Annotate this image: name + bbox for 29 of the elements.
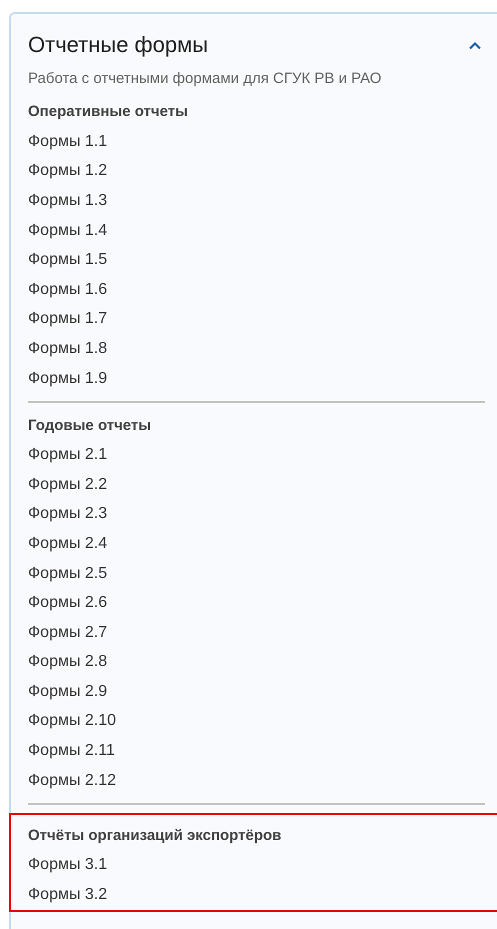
form-link[interactable]: Формы 3.2 — [28, 882, 108, 907]
panel-subtitle: Работа с отчетными формами для СГУК РВ и РАО — [28, 70, 382, 87]
form-link[interactable]: Формы 2.2 — [28, 472, 108, 497]
form-link[interactable]: Формы 2.11 — [28, 739, 115, 764]
form-link[interactable]: Формы 2.1 — [28, 443, 108, 468]
form-link[interactable]: Формы 3.1 — [28, 853, 108, 878]
form-link[interactable]: Формы 2.4 — [28, 532, 108, 556]
form-link[interactable]: Формы 1.4 — [28, 218, 108, 243]
form-link[interactable]: Формы 1.2 — [28, 159, 108, 184]
panel-title: Отчетные формы — [28, 31, 208, 59]
form-link[interactable]: Формы 2.9 — [28, 680, 108, 704]
form-link[interactable]: Формы 1.7 — [28, 307, 108, 332]
form-link[interactable]: Формы 1.3 — [28, 188, 108, 213]
form-link[interactable]: Формы 2.7 — [28, 620, 108, 645]
form-link[interactable]: Формы 1.1 — [28, 130, 108, 154]
form-link[interactable]: Формы 2.8 — [28, 650, 108, 674]
form-link[interactable]: Формы 2.3 — [28, 502, 108, 526]
form-link[interactable]: Формы 2.12 — [28, 768, 116, 793]
form-link[interactable]: Формы 1.8 — [28, 336, 108, 361]
section-heading: Отчёты организаций экспортёров — [28, 826, 282, 846]
form-link[interactable]: Формы 1.9 — [28, 366, 108, 391]
section-heading: Годовые отчеты — [28, 416, 152, 436]
form-link[interactable]: Формы 2.5 — [28, 562, 108, 586]
form-link[interactable]: Формы 1.5 — [28, 248, 108, 272]
section-heading: Оперативные отчеты — [28, 102, 188, 122]
form-link[interactable]: Формы 1.6 — [28, 278, 108, 302]
chevron-icon — [468, 40, 482, 50]
form-link[interactable]: Формы 2.10 — [28, 709, 116, 734]
form-link[interactable]: Формы 2.6 — [28, 591, 108, 616]
